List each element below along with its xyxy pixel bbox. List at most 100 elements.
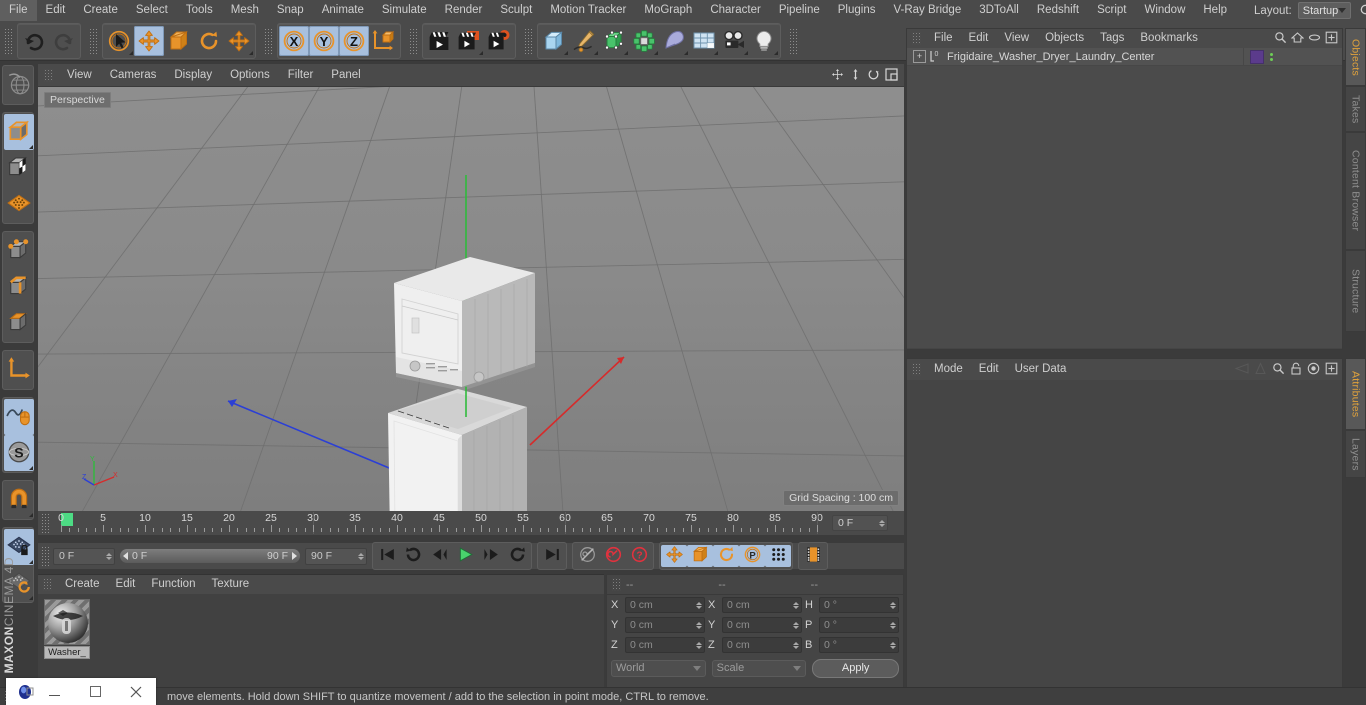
- search-icon[interactable]: [1272, 362, 1285, 378]
- attribute-menu-user-data[interactable]: User Data: [1007, 359, 1075, 380]
- viewport-menu-panel[interactable]: Panel: [322, 64, 369, 86]
- menu-item-script[interactable]: Script: [1088, 0, 1135, 21]
- spinner-icon[interactable]: [793, 621, 799, 629]
- next-icon[interactable]: [1254, 362, 1267, 378]
- attribute-manager-body[interactable]: [907, 380, 1342, 686]
- go-to-end-button[interactable]: [539, 545, 565, 567]
- range-left-arrow-icon[interactable]: [123, 552, 128, 560]
- search-icon[interactable]: [1274, 31, 1287, 47]
- step-back-button[interactable]: [426, 545, 452, 567]
- viewport-menu-cameras[interactable]: Cameras: [101, 64, 166, 86]
- tab-content-browser[interactable]: Content Browser: [1345, 132, 1366, 250]
- range-right-arrow-icon[interactable]: [292, 552, 297, 560]
- minimize-button[interactable]: [34, 678, 75, 705]
- ellipse-icon[interactable]: [1308, 31, 1321, 47]
- pan-icon[interactable]: [830, 67, 844, 81]
- apply-button[interactable]: Apply: [812, 658, 900, 678]
- world-object-coordinates-button[interactable]: [369, 26, 399, 56]
- spinner-icon[interactable]: [696, 601, 702, 609]
- dropdown-corner-icon[interactable]: [129, 50, 133, 55]
- toolbar-group-grip[interactable]: [264, 27, 273, 54]
- visibility-dots-icon[interactable]: [1270, 52, 1273, 61]
- rotation-key-button[interactable]: [713, 545, 739, 567]
- expand-icon[interactable]: [1325, 31, 1338, 47]
- object-menu-file[interactable]: File: [926, 29, 961, 48]
- undo-button[interactable]: [19, 26, 49, 56]
- target-icon[interactable]: [1307, 362, 1320, 378]
- keyframe-selection-button[interactable]: ?: [626, 545, 652, 567]
- y-axis-lock-button[interactable]: Y: [309, 25, 339, 56]
- x-axis-lock-button[interactable]: X: [279, 25, 309, 56]
- render-settings-button[interactable]: [484, 26, 514, 56]
- orbit-icon[interactable]: [866, 67, 880, 81]
- material-list[interactable]: Washer_: [38, 594, 604, 689]
- prev-icon[interactable]: [1232, 362, 1249, 378]
- timeline-grip[interactable]: [41, 513, 50, 533]
- spinner-icon[interactable]: [890, 621, 896, 629]
- menu-item-motion-tracker[interactable]: Motion Tracker: [541, 0, 635, 21]
- dropdown-corner-icon[interactable]: [744, 50, 748, 55]
- menu-item-redshift[interactable]: Redshift: [1028, 0, 1088, 21]
- toolbar-group-grip[interactable]: [524, 27, 533, 54]
- material-menu-function[interactable]: Function: [143, 575, 203, 594]
- menu-item-render[interactable]: Render: [436, 0, 492, 21]
- polygons-mode-button[interactable]: [4, 305, 34, 341]
- object-manager-grip[interactable]: [912, 32, 921, 45]
- render-to-picture-viewer-button[interactable]: [454, 26, 484, 56]
- workplane-button[interactable]: [4, 399, 34, 435]
- point-level-animation-button[interactable]: [765, 545, 791, 567]
- search-icon[interactable]: [1359, 3, 1366, 19]
- dropdown-corner-icon[interactable]: [774, 50, 778, 55]
- make-editable-button[interactable]: [4, 67, 34, 103]
- viewport-menu-view[interactable]: View: [58, 64, 101, 86]
- enable-axis-button[interactable]: [4, 352, 34, 388]
- spinner-icon[interactable]: [890, 641, 896, 649]
- menu-item-snap[interactable]: Snap: [268, 0, 313, 21]
- menu-item-plugins[interactable]: Plugins: [829, 0, 885, 21]
- spinner-icon[interactable]: [358, 552, 364, 560]
- spinner-icon[interactable]: [793, 601, 799, 609]
- attribute-menu-mode[interactable]: Mode: [926, 359, 971, 380]
- spinner-icon[interactable]: [106, 552, 112, 560]
- edges-mode-button[interactable]: [4, 269, 34, 305]
- coord-size-field-x[interactable]: 0 cm: [722, 597, 802, 613]
- soft-selection-button[interactable]: S: [4, 435, 34, 471]
- toolbar-group-grip[interactable]: [89, 27, 98, 54]
- maximize-viewport-icon[interactable]: [884, 67, 898, 81]
- spinner-icon[interactable]: [890, 601, 896, 609]
- object-menu-objects[interactable]: Objects: [1037, 29, 1092, 48]
- step-forward-button[interactable]: [478, 545, 504, 567]
- add-camera-button[interactable]: [719, 26, 749, 56]
- coord-size-field-y[interactable]: 0 cm: [722, 617, 802, 633]
- coordinates-grip[interactable]: [612, 578, 621, 591]
- material-menu-create[interactable]: Create: [57, 575, 108, 594]
- dropdown-corner-icon[interactable]: [29, 513, 33, 517]
- menu-item-select[interactable]: Select: [127, 0, 177, 21]
- menu-item-mograph[interactable]: MoGraph: [635, 0, 701, 21]
- magnet-button[interactable]: [4, 482, 34, 518]
- cinema4d-logo-icon[interactable]: [18, 684, 34, 700]
- menu-item-help[interactable]: Help: [1194, 0, 1236, 21]
- viewport-3d-canvas[interactable]: Perspective Grid Spacing : 100 cm Y X Z: [38, 87, 904, 511]
- object-menu-bookmarks[interactable]: Bookmarks: [1132, 29, 1206, 48]
- expand-icon[interactable]: [1325, 362, 1338, 378]
- play-button[interactable]: [452, 545, 478, 567]
- object-tree[interactable]: + 0 Frigidaire_Washer_Dryer_Laundry_Cent…: [907, 48, 1342, 348]
- redo-button[interactable]: [49, 26, 79, 56]
- expand-toggle-icon[interactable]: +: [913, 50, 926, 63]
- maximize-button[interactable]: [75, 678, 116, 705]
- uv-mesh-button[interactable]: [4, 186, 34, 222]
- tab-layers[interactable]: Layers: [1345, 430, 1366, 478]
- current-frame-field[interactable]: 0 F: [53, 547, 115, 565]
- add-cube-button[interactable]: [539, 26, 569, 56]
- coord-position-field-z[interactable]: 0 cm: [625, 637, 705, 653]
- toolbar-group-grip[interactable]: [409, 27, 418, 54]
- add-nurbs-button[interactable]: [599, 26, 629, 56]
- autokeying-button[interactable]: [600, 545, 626, 567]
- coord-rotation-field-b[interactable]: 0 °: [819, 637, 899, 653]
- record-active-objects-button[interactable]: [574, 545, 600, 567]
- dropdown-corner-icon[interactable]: [249, 50, 253, 55]
- dropdown-corner-icon[interactable]: [684, 50, 688, 55]
- material-menu-grip[interactable]: [43, 578, 52, 591]
- viewport-menu-options[interactable]: Options: [221, 64, 279, 86]
